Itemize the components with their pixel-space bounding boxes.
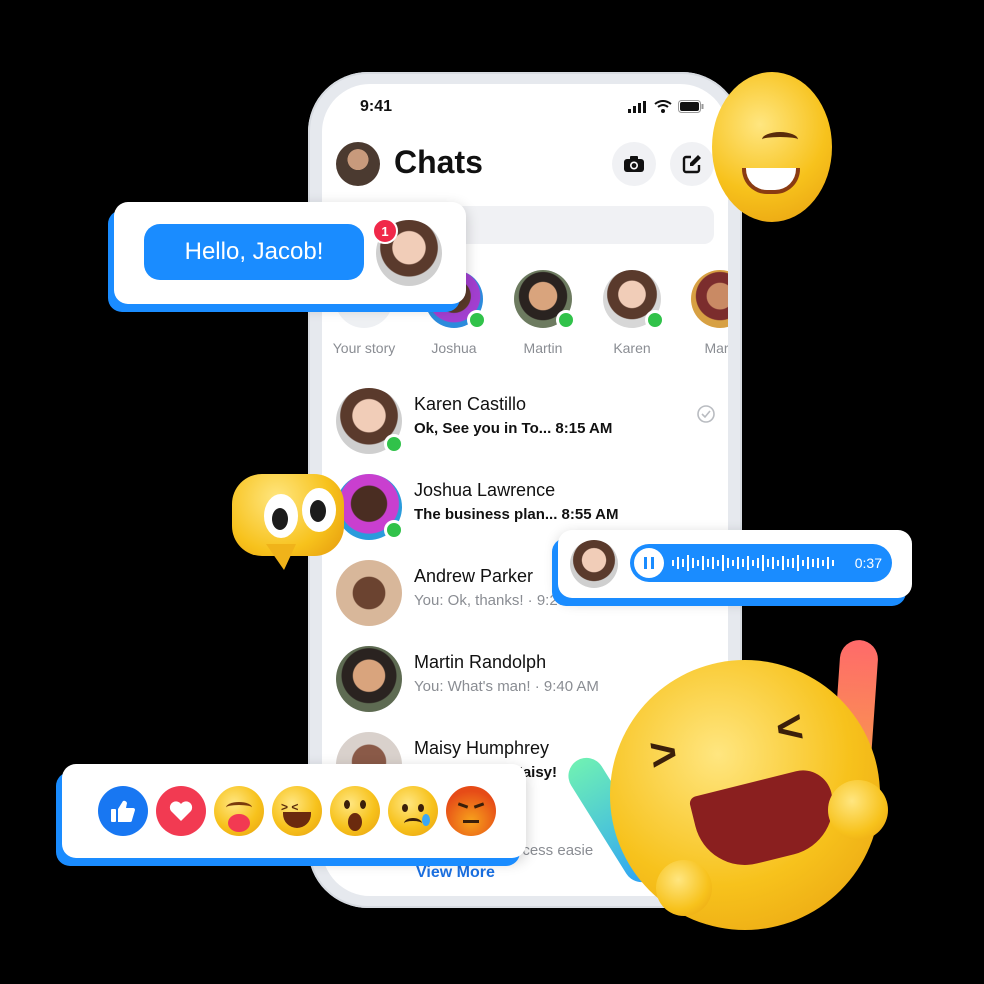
chat-name: Andrew Parker — [414, 566, 534, 586]
voice-player[interactable]: 0:37 — [630, 544, 892, 582]
camera-button[interactable] — [612, 142, 656, 186]
chat-preview: Ok, See you in To... 8:15 AM — [414, 420, 613, 437]
sent-check-icon — [697, 405, 715, 423]
unread-badge: 1 — [372, 218, 398, 244]
chat-name: Maisy Humphrey — [414, 738, 550, 758]
sad-icon[interactable] — [388, 786, 438, 836]
reactions-bar: > < — [62, 764, 526, 858]
view-more-link[interactable]: View More — [416, 864, 495, 882]
chat-name: Joshua Lawrence — [414, 480, 556, 500]
battery-icon — [678, 100, 704, 113]
wifi-icon — [654, 100, 672, 113]
voice-message-card: 0:37 — [558, 530, 912, 598]
love-icon[interactable] — [156, 786, 206, 836]
camera-icon — [624, 156, 644, 172]
signal-icon — [628, 100, 646, 113]
story-label: Martin — [523, 340, 563, 356]
laughing-emoji: > < — [561, 630, 916, 950]
chat-row-karen[interactable]: Karen Castillo Ok, See you in To... 8:15… — [322, 380, 728, 466]
profile-avatar[interactable] — [336, 142, 380, 186]
hello-message-card: Hello, Jacob! 1 — [114, 202, 466, 304]
avatar — [336, 646, 402, 712]
compose-button[interactable] — [670, 142, 714, 186]
online-indicator — [467, 310, 487, 330]
care-icon[interactable] — [214, 786, 264, 836]
page-title: Chats — [394, 144, 483, 180]
compose-icon — [682, 155, 701, 174]
like-icon[interactable] — [98, 786, 148, 836]
message-bubble: Hello, Jacob! — [144, 224, 364, 280]
pause-button[interactable] — [634, 548, 664, 578]
story-karen[interactable]: Karen — [594, 270, 670, 356]
story-avatar — [603, 270, 665, 330]
story-marti[interactable]: Marti — [682, 270, 728, 356]
online-indicator — [384, 434, 404, 454]
online-indicator — [645, 310, 665, 330]
avatar — [336, 560, 402, 626]
wow-icon[interactable] — [330, 786, 380, 836]
story-martin[interactable]: Martin — [505, 270, 581, 356]
status-icons — [628, 100, 704, 113]
sender-avatar — [570, 540, 618, 588]
story-label: Karen — [613, 340, 651, 356]
chat-preview: You: What's man! · 9:40 AM — [414, 678, 599, 695]
waveform-icon — [672, 555, 834, 571]
online-indicator — [384, 520, 404, 540]
online-indicator — [556, 310, 576, 330]
avatar — [336, 474, 404, 540]
story-label: Joshua — [431, 340, 477, 356]
status-time: 9:41 — [360, 98, 393, 115]
story-label: Marti — [704, 340, 728, 356]
smiling-emoji — [712, 72, 832, 222]
avatar — [336, 388, 404, 454]
story-label: Your story — [332, 340, 396, 356]
voice-duration: 0:37 — [854, 555, 882, 571]
chat-preview: The business plan... 8:55 AM — [414, 506, 619, 523]
eyes-emoji — [232, 474, 344, 570]
chat-name: Martin Randolph — [414, 652, 547, 672]
pause-icon — [644, 557, 654, 569]
haha-icon[interactable]: > < — [272, 786, 322, 836]
angry-icon[interactable] — [446, 786, 496, 836]
story-avatar — [691, 270, 728, 328]
chat-name: Karen Castillo — [414, 394, 527, 414]
story-avatar — [514, 270, 576, 330]
